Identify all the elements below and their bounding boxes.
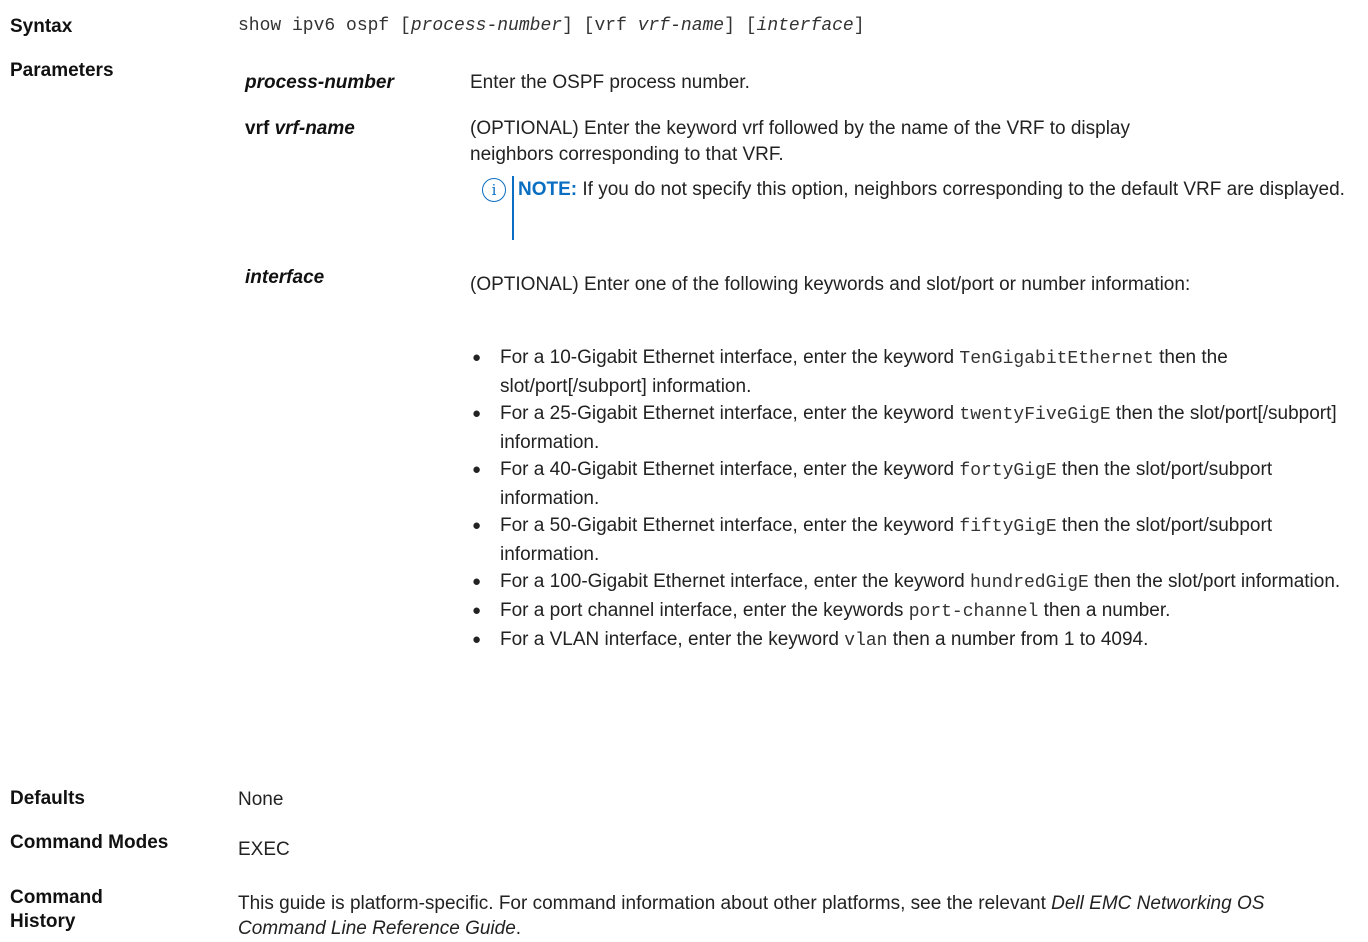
item-text: then a number from 1 to 4094. (887, 629, 1149, 650)
param-vrf-name: vrf vrf-name (245, 116, 355, 142)
item-keyword: port-channel (908, 602, 1039, 622)
bullet-icon: ● (472, 517, 482, 534)
list-item: ● For a 100-Gigabit Ethernet interface, e… (470, 568, 1360, 597)
bullet-icon: ● (472, 631, 482, 648)
list-item: ● For a 10-Gigabit Ethernet interface, en… (470, 344, 1360, 400)
list-item: ● For a VLAN interface, enter the keyword… (470, 626, 1360, 655)
history-text-pre: This guide is platform-specific. For com… (238, 893, 1052, 914)
list-item: ● For a 40-Gigabit Ethernet interface, en… (470, 456, 1360, 512)
defaults-label: Defaults (10, 788, 85, 809)
param-process-number-name: process-number (245, 72, 394, 93)
item-text: For a 100-Gigabit Ethernet interface, en… (500, 571, 970, 592)
param-vrf-arg: vrf-name (274, 118, 355, 139)
info-circle-icon: i (482, 178, 506, 202)
syntax-mid1: ] [vrf (562, 16, 638, 36)
item-keyword: fiftyGigE (959, 517, 1057, 537)
syntax-label: Syntax (10, 16, 73, 37)
item-keyword: vlan (844, 631, 888, 651)
item-keyword: TenGigabitEthernet (959, 349, 1154, 369)
syntax-arg-vrf-name: vrf-name (637, 16, 725, 36)
item-text: For a 25-Gigabit Ethernet interface, ent… (500, 403, 960, 424)
item-text: For a VLAN interface, enter the keyword (500, 629, 845, 650)
syntax-mid2: ] [ (724, 16, 757, 36)
param-vrf-desc-line2: neighbors corresponding to that VRF. (470, 144, 784, 165)
syntax-end: ] (853, 16, 865, 36)
bullet-icon: ● (472, 461, 482, 478)
bullet-icon: ● (472, 349, 482, 366)
history-text-post: . (515, 918, 522, 939)
note-body: If you do not specify this option, neigh… (577, 179, 1345, 200)
note-divider (512, 176, 514, 240)
item-keyword: fortyGigE (959, 461, 1057, 481)
command-modes-value: EXEC (238, 839, 290, 860)
list-item: ● For a port channel interface, enter the… (470, 597, 1360, 626)
param-vrf-desc: (OPTIONAL) Enter the keyword vrf followe… (470, 116, 1350, 168)
param-interface-desc: (OPTIONAL) Enter one of the following ke… (470, 274, 1191, 295)
bullet-icon: ● (472, 573, 482, 590)
item-text: For a 50-Gigabit Ethernet interface, ent… (500, 515, 960, 536)
history-ref-part1: Dell (1051, 893, 1084, 914)
note-label: NOTE: (518, 179, 578, 200)
list-item: ● For a 25-Gigabit Ethernet interface, en… (470, 400, 1360, 456)
list-item: ● For a 50-Gigabit Ethernet interface, en… (470, 512, 1360, 568)
item-text: then a number. (1038, 600, 1171, 621)
syntax-arg-process-number: process-number (410, 16, 563, 36)
item-text: For a port channel interface, enter the … (500, 600, 909, 621)
syntax-arg-interface: interface (756, 16, 854, 36)
item-text: For a 10-Gigabit Ethernet interface, ent… (500, 347, 960, 368)
parameters-label: Parameters (10, 60, 114, 81)
note-text: NOTE: If you do not specify this option,… (518, 174, 1348, 205)
item-keyword: hundredGigE (969, 573, 1089, 593)
bullet-icon: ● (472, 602, 482, 619)
bullet-icon: ● (472, 405, 482, 422)
item-text: For a 40-Gigabit Ethernet interface, ent… (500, 459, 960, 480)
item-keyword: twentyFiveGigE (959, 405, 1111, 425)
command-history-label-line2: History (10, 911, 76, 932)
command-history-text: This guide is platform-specific. For com… (238, 891, 1348, 941)
command-history-label: Command History (10, 886, 103, 934)
syntax-base: show ipv6 ospf [ (238, 16, 411, 36)
item-text: then the slot/port information. (1088, 571, 1341, 592)
param-vrf-keyword: vrf (245, 118, 270, 139)
syntax-command: show ipv6 ospf [process-number] [vrf vrf… (238, 13, 865, 40)
command-modes-label: Command Modes (10, 832, 169, 853)
interface-options-list: ● For a 10-Gigabit Ethernet interface, en… (470, 344, 1360, 655)
param-interface-name: interface (245, 267, 325, 288)
command-history-label-line1: Command (10, 887, 103, 908)
param-process-number-desc: Enter the OSPF process number. (470, 72, 750, 93)
param-vrf-desc-line1: (OPTIONAL) Enter the keyword vrf followe… (470, 118, 1130, 139)
defaults-value: None (238, 789, 284, 810)
